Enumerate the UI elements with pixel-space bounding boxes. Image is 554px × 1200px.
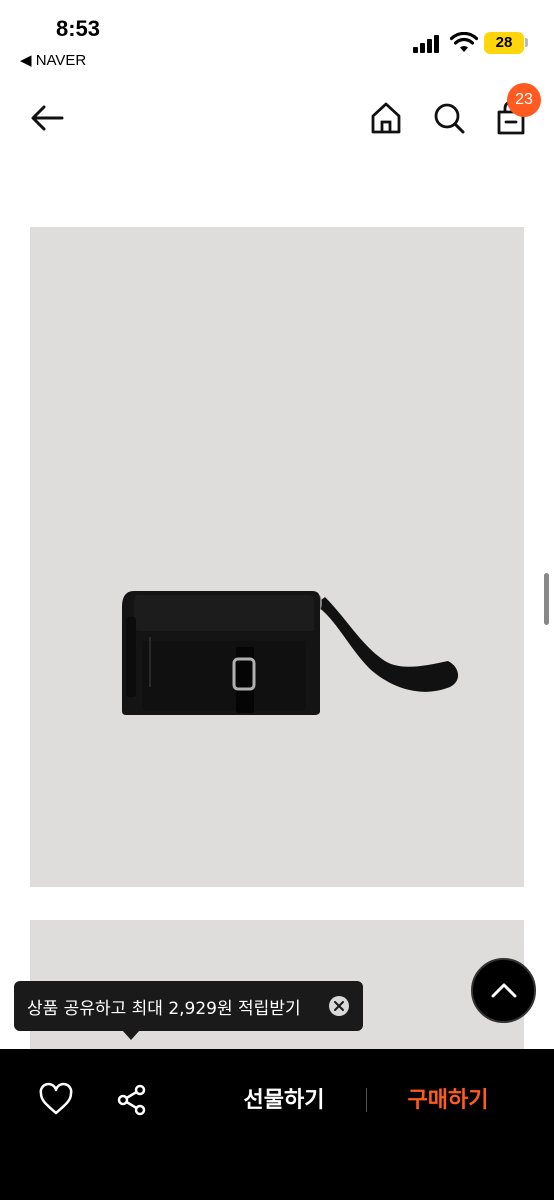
chevron-up-icon bbox=[491, 983, 517, 998]
bar-divider bbox=[366, 1088, 367, 1112]
search-icon[interactable] bbox=[427, 96, 471, 140]
bottom-action-bar: 선물하기 구매하기 bbox=[0, 1049, 554, 1200]
gift-button[interactable]: 선물하기 bbox=[226, 1082, 342, 1120]
tooltip-close-button[interactable] bbox=[329, 996, 349, 1016]
status-bar: 8:53 ◀ NAVER 28 bbox=[0, 0, 554, 74]
home-icon[interactable] bbox=[364, 96, 408, 140]
heart-icon[interactable] bbox=[38, 1082, 74, 1118]
tooltip-text: 상품 공유하고 최대 2,929원 적립받기 bbox=[27, 999, 301, 1019]
cellular-signal-icon bbox=[413, 35, 439, 53]
crossbody-bag-photo bbox=[122, 591, 459, 715]
buy-button[interactable]: 구매하기 bbox=[390, 1082, 506, 1120]
scroll-to-top-button[interactable] bbox=[471, 958, 536, 1023]
wifi-icon bbox=[450, 32, 478, 52]
nav-bar bbox=[0, 80, 554, 156]
status-time: 8:53 bbox=[56, 16, 101, 41]
scroll-indicator[interactable] bbox=[544, 573, 549, 625]
share-icon[interactable] bbox=[114, 1082, 150, 1118]
battery-tip bbox=[525, 38, 528, 47]
tooltip-arrow bbox=[122, 1030, 140, 1040]
share-reward-tooltip: 상품 공유하고 최대 2,929원 적립받기 bbox=[14, 981, 363, 1031]
cart-count-badge: 23 bbox=[507, 83, 541, 117]
back-arrow-icon[interactable] bbox=[26, 96, 70, 140]
product-image[interactable] bbox=[30, 227, 524, 887]
battery-level: 28 bbox=[484, 32, 524, 54]
close-icon bbox=[334, 1001, 344, 1011]
back-to-app-link[interactable]: ◀ NAVER bbox=[20, 51, 86, 69]
